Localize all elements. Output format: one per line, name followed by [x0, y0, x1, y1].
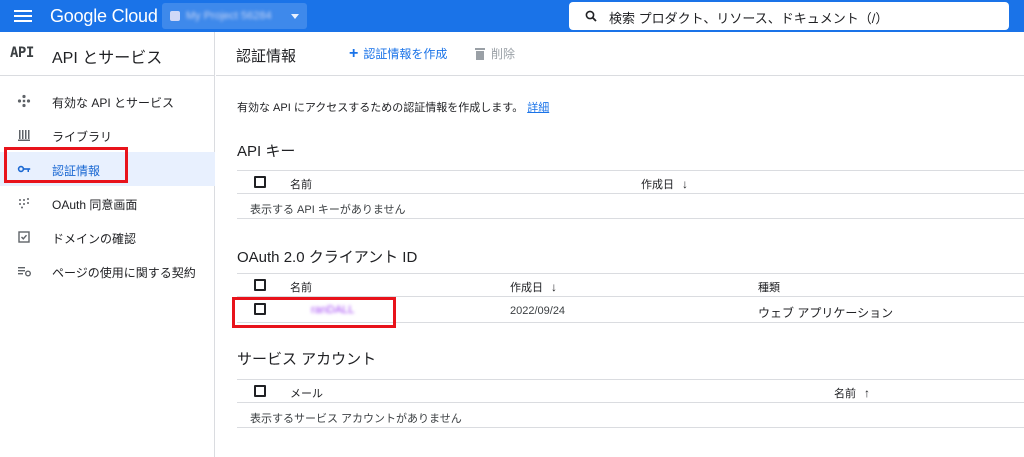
delete-label: 削除 — [491, 47, 516, 61]
empty-message: 表示する API キーがありません — [250, 204, 406, 216]
empty-message: 表示するサービス アカウントがありません — [250, 413, 462, 425]
sidebar-header: API API とサービス — [0, 32, 214, 76]
sidebar-item-enabled-apis[interactable]: 有効な API とサービス — [0, 84, 215, 118]
plus-icon: + — [349, 44, 359, 62]
search-input[interactable]: 検索 プロダクト、リソース、ドキュメント（/） — [609, 8, 888, 27]
sidebar-item-domain-verification[interactable]: ドメインの確認 — [0, 220, 215, 254]
domain-check-icon — [18, 231, 30, 243]
api-keys-table-header: 名前 作成日 ↓ — [237, 170, 1024, 194]
column-header-label: 作成日 — [641, 179, 674, 191]
api-hub-icon — [17, 94, 31, 108]
column-header-type[interactable]: 種類 — [758, 279, 780, 295]
created-date: 2022/09/24 — [510, 305, 566, 317]
sidebar-item-label: ページの使用に関する契約 — [52, 266, 196, 280]
service-accounts-empty-row: 表示するサービス アカウントがありません — [237, 403, 1024, 428]
sidebar-item-oauth-consent[interactable]: OAuth 同意画面 — [0, 186, 215, 220]
column-header-created[interactable]: 作成日 ↓ — [641, 176, 688, 192]
arrow-down-icon: ↓ — [551, 280, 557, 294]
project-icon — [170, 11, 180, 21]
sidebar-title: API とサービス — [52, 50, 163, 67]
sidebar-item-page-usage-agreements[interactable]: ページの使用に関する契約 — [0, 254, 215, 288]
highlight-box-oauth-row — [232, 297, 396, 328]
column-header-name[interactable]: 名前 ↑ — [834, 385, 870, 401]
page-description: 有効な API にアクセスするための認証情報を作成します。 詳細 — [237, 99, 549, 115]
column-header-name[interactable]: 名前 — [290, 176, 312, 192]
column-header-created[interactable]: 作成日 ↓ — [510, 279, 557, 295]
select-all-checkbox[interactable] — [254, 385, 266, 397]
page-header: 認証情報 + 認証情報を作成 削除 — [216, 32, 1024, 76]
oauth-table-header: 名前 作成日 ↓ 種類 — [237, 273, 1024, 297]
chevron-down-icon — [291, 14, 299, 19]
highlight-box-credentials — [4, 147, 128, 183]
column-header-label: 名前 — [834, 388, 856, 400]
client-type: ウェブ アプリケーション — [758, 306, 894, 320]
search-icon — [585, 10, 597, 22]
project-name: My Project 56284 — [186, 10, 272, 22]
project-selector[interactable]: My Project 56284 — [162, 3, 307, 29]
main-content: 認証情報 + 認証情報を作成 削除 有効な API にアクセスするための認証情報… — [216, 32, 1024, 457]
section-title-api-keys: API キー — [237, 143, 296, 160]
learn-more-link[interactable]: 詳細 — [527, 102, 549, 114]
search-bar[interactable]: 検索 プロダクト、リソース、ドキュメント（/） — [569, 2, 1009, 30]
column-header-name[interactable]: 名前 — [290, 279, 312, 295]
description-text: 有効な API にアクセスするための認証情報を作成します。 — [237, 102, 524, 114]
top-app-bar: Google Cloud My Project 56284 検索 プロダクト、リ… — [0, 0, 1024, 32]
menu-icon[interactable] — [14, 8, 32, 24]
delete-button[interactable]: 削除 — [475, 45, 515, 62]
section-title-oauth: OAuth 2.0 クライアント ID — [237, 249, 418, 266]
column-header-label: 作成日 — [510, 282, 543, 294]
consent-icon — [19, 198, 29, 209]
agreement-icon — [18, 267, 31, 277]
arrow-up-icon: ↑ — [864, 386, 870, 400]
sidebar-item-label: ドメインの確認 — [52, 232, 137, 246]
sidebar: API API とサービス 有効な API とサービス ライブラリ 認証情報 O… — [0, 32, 215, 457]
select-all-checkbox[interactable] — [254, 176, 266, 188]
page-title: 認証情報 — [236, 48, 297, 65]
create-credentials-button[interactable]: + 認証情報を作成 — [349, 45, 447, 62]
sidebar-item-label: 有効な API とサービス — [52, 96, 175, 110]
section-title-service-accounts: サービス アカウント — [237, 351, 377, 368]
service-accounts-table-header: メール 名前 ↑ — [237, 379, 1024, 403]
arrow-down-icon: ↓ — [682, 177, 688, 191]
sidebar-item-label: OAuth 同意画面 — [52, 198, 138, 212]
library-icon — [18, 130, 30, 141]
trash-icon — [475, 47, 485, 60]
select-all-checkbox[interactable] — [254, 279, 266, 291]
create-credentials-label: 認証情報を作成 — [363, 47, 448, 61]
brand-logo[interactable]: Google Cloud — [50, 6, 158, 27]
api-keys-empty-row: 表示する API キーがありません — [237, 194, 1024, 219]
column-header-email[interactable]: メール — [290, 385, 323, 401]
api-badge-icon: API — [10, 45, 34, 61]
sidebar-item-label: ライブラリ — [52, 130, 113, 144]
